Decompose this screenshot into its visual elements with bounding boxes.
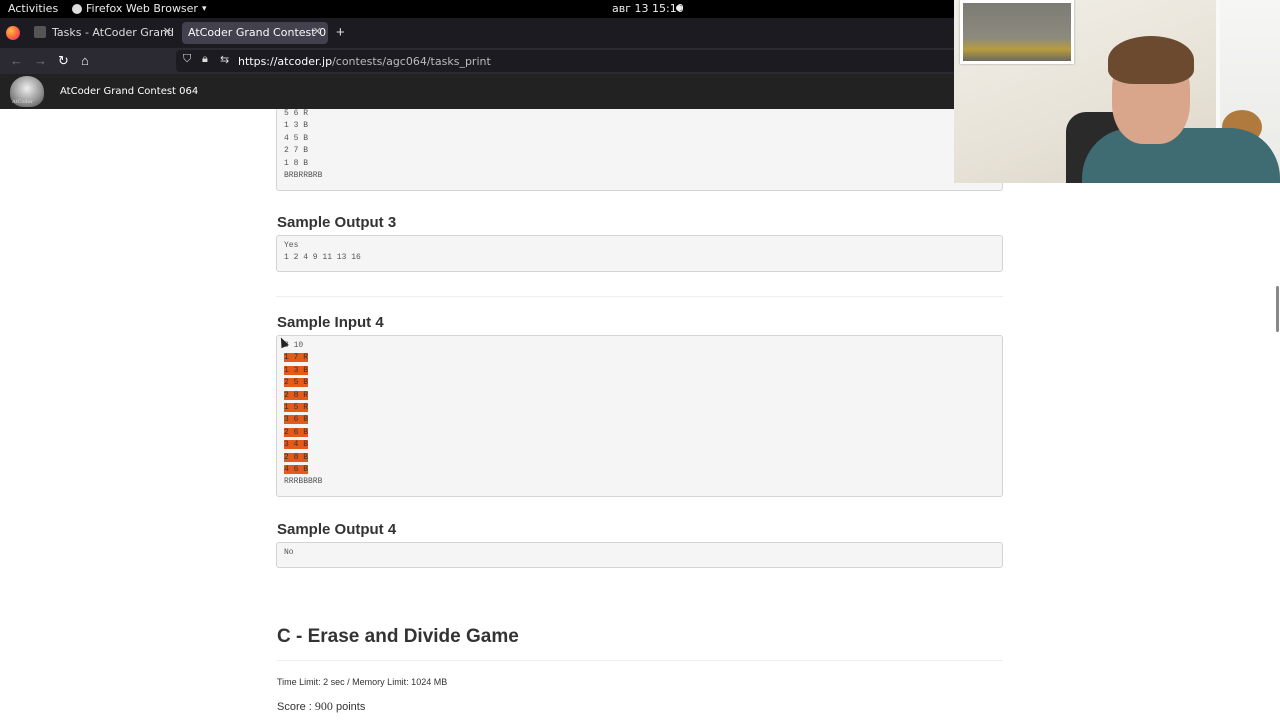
firefox-small-icon xyxy=(72,3,82,14)
app-menu[interactable]: Firefox Web Browser ▾ xyxy=(72,2,207,15)
score-label: Score : xyxy=(277,701,312,713)
problem-c-title: C - Erase and Divide Game xyxy=(277,626,519,647)
score-line: Score : 900 points xyxy=(277,699,365,714)
lock-icon[interactable]: 🔒︎ xyxy=(202,53,208,66)
clock[interactable]: авг 13 15:10 xyxy=(612,2,684,15)
sample-output-3-title: Sample Output 3 xyxy=(277,214,397,231)
selected-line: 3 6 B xyxy=(284,415,309,425)
person-body xyxy=(1082,128,1280,183)
person-hair xyxy=(1108,36,1194,84)
tab-title: Tasks - AtCoder Grand Co xyxy=(52,26,178,39)
url-domain: https://atcoder.jp xyxy=(238,55,333,68)
reload-icon[interactable]: ↻ xyxy=(58,53,69,68)
selected-line: 3 4 B xyxy=(284,440,309,450)
home-icon[interactable]: ⌂ xyxy=(81,53,89,68)
close-tab-icon[interactable]: ✕ xyxy=(163,25,172,38)
picture-photo xyxy=(963,3,1071,61)
tab-tasks[interactable]: Tasks - AtCoder Grand Co ✕ xyxy=(28,22,178,44)
shield-icon[interactable]: ⛉ xyxy=(183,53,191,66)
url-bar[interactable]: ⛉ 🔒︎ ⇆ https://atcoder.jp/contests/agc06… xyxy=(176,50,966,72)
score-value: 900 xyxy=(314,699,333,713)
divider xyxy=(276,296,1003,297)
selected-line: 1 7 R xyxy=(284,353,309,363)
permissions-icon[interactable]: ⇆ xyxy=(220,53,229,66)
score-unit: points xyxy=(335,701,366,713)
sample-input-3-block: 5 6 R 1 3 B 4 5 B 2 7 B 1 8 B BRBRRBRB xyxy=(276,109,1003,191)
selected-line: 1 3 B xyxy=(284,365,309,375)
back-icon[interactable]: ← xyxy=(10,53,23,68)
forward-icon[interactable]: → xyxy=(34,53,47,68)
atcoder-favicon-icon xyxy=(34,26,46,38)
selected-line: 1 5 R xyxy=(284,403,309,413)
selected-line: 4 6 B xyxy=(284,465,309,475)
activities-button[interactable]: Activities xyxy=(8,2,58,15)
selected-line: 2 6 B xyxy=(284,427,309,437)
wall-picture xyxy=(960,0,1074,64)
sample-input-4-block: 8 10 1 7 R 1 3 B 2 5 B 2 8 R 1 5 R 3 6 B… xyxy=(276,335,1003,497)
sample-input-4-title: Sample Input 4 xyxy=(277,314,384,331)
url-text[interactable]: https://atcoder.jp/contests/agc064/tasks… xyxy=(238,55,491,68)
scrollbar-thumb[interactable] xyxy=(1276,286,1279,332)
logo-caption: AtCoder xyxy=(12,99,33,105)
limits-text: Time Limit: 2 sec / Memory Limit: 1024 M… xyxy=(277,677,448,687)
caret-down-icon: ▾ xyxy=(201,3,207,14)
sample-output-4-block: No xyxy=(276,542,1003,568)
firefox-view-icon[interactable] xyxy=(6,26,20,40)
input-last-line: RRRBBBRB xyxy=(284,477,323,487)
contest-title[interactable]: AtCoder Grand Contest 064 xyxy=(60,86,198,97)
app-menu-label: Firefox Web Browser xyxy=(86,2,198,15)
tab-title: AtCoder Grand Contest 0 xyxy=(188,26,327,39)
sample-output-4-title: Sample Output 4 xyxy=(277,521,397,538)
recording-dot-icon xyxy=(676,5,682,11)
problem-statements: 5 6 R 1 3 B 4 5 B 2 7 B 1 8 B BRBRRBRB S… xyxy=(0,109,1280,720)
selected-line: 2 5 B xyxy=(284,378,309,388)
divider xyxy=(276,660,1003,661)
close-tab-icon[interactable]: ✕ xyxy=(313,25,322,38)
url-path: /contests/agc064/tasks_print xyxy=(332,55,491,68)
selected-line: 2 8 R xyxy=(284,390,309,400)
new-tab-icon[interactable]: + xyxy=(336,24,345,41)
selected-line: 2 8 B xyxy=(284,452,309,462)
tab-contest[interactable]: AtCoder Grand Contest 0 ✕ xyxy=(182,22,328,44)
sample-output-3-block: Yes 1 2 4 9 11 13 16 xyxy=(276,235,1003,272)
webcam-overlay xyxy=(954,0,1280,183)
